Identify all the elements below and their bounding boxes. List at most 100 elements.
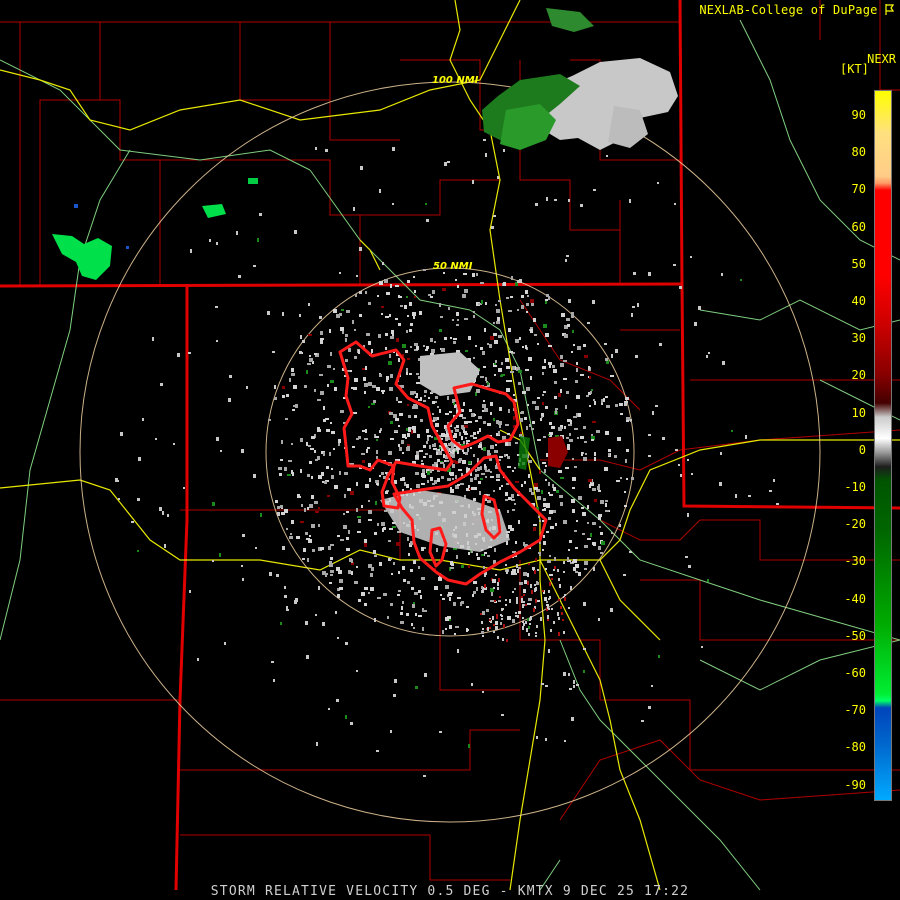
echo-pixel (776, 503, 779, 505)
echo-pixel (299, 351, 302, 354)
echo-pixel (371, 403, 375, 405)
echo-pixel (438, 449, 440, 451)
echo-pixel (455, 626, 459, 628)
echo-pixel (428, 397, 430, 399)
echo-pixel (497, 587, 499, 590)
echo-pixel (353, 387, 357, 390)
echo-pixel (450, 337, 452, 339)
echo-pixel (484, 328, 486, 332)
echo-pixel (473, 432, 476, 435)
echo-pixel (379, 281, 383, 285)
echo-pixel (480, 478, 483, 480)
echo-pixel (427, 471, 430, 475)
echo-pixel (328, 546, 331, 550)
echo-pixel (549, 574, 553, 576)
echo-pixel (410, 569, 413, 572)
echo-pixel (363, 377, 366, 381)
echo-pixel (528, 357, 532, 361)
echo-pixel (364, 603, 367, 606)
echo-pixel (388, 361, 392, 365)
echo-pixel (494, 548, 496, 552)
echo-pixel (617, 437, 621, 441)
echo-pixel (589, 405, 591, 407)
echo-pixel (411, 430, 413, 434)
echo-pixel (325, 418, 329, 420)
echo-pixel (323, 406, 325, 410)
echo-pixel (513, 394, 515, 396)
echo-pixel (518, 611, 521, 614)
echo-pixel (588, 479, 592, 482)
echo-pixel (599, 526, 601, 528)
echo-pixel (554, 566, 556, 569)
echo-pixel (404, 305, 407, 309)
echo-pixel (358, 350, 360, 354)
echo-pixel (542, 372, 544, 375)
echo-pixel (543, 535, 545, 538)
echo-pixel (555, 410, 557, 414)
echo-pixel (484, 573, 486, 577)
echo-pixel (600, 552, 603, 554)
echo-pixel (437, 406, 439, 408)
echo-pixel (414, 343, 418, 346)
echo-pixel (319, 374, 323, 376)
echo-pixel (454, 427, 456, 429)
echo-pixel (398, 590, 401, 592)
echo-pixel (290, 533, 292, 535)
echo-pixel (309, 355, 311, 357)
echo-pixel (547, 619, 549, 621)
echo-pixel (292, 472, 294, 476)
echo-pixel (535, 558, 537, 561)
echo-pixel (515, 615, 517, 617)
echo-pixel (491, 592, 493, 596)
echo-pixel (564, 740, 566, 742)
echo-pixel (490, 600, 494, 602)
echo-pixel (492, 616, 494, 620)
echo-pixel (346, 548, 350, 551)
echo-pixel (474, 487, 477, 490)
echo-pixel (517, 615, 519, 618)
echo-pixel (382, 262, 384, 265)
echo-pixel (345, 359, 348, 362)
echo-pixel (598, 546, 601, 550)
echo-pixel (253, 265, 256, 267)
echo-pixel (381, 472, 384, 475)
echo-pixel (216, 437, 219, 441)
echo-pixel (422, 608, 424, 612)
echo-pixel (515, 612, 517, 614)
echo-pixel (480, 347, 483, 350)
echo-pixel (748, 495, 751, 497)
echo-pixel (447, 161, 450, 163)
echo-pixel (568, 424, 572, 426)
echo-pixel (648, 706, 651, 709)
echo-pixel (521, 596, 523, 598)
echo-pixel (352, 446, 355, 448)
echo-pixel (473, 581, 477, 584)
echo-pixel (452, 454, 455, 458)
echo-pixel (534, 570, 536, 574)
echo-pixel (473, 437, 477, 439)
echo-pixel (282, 546, 285, 550)
echo-pixel (461, 601, 464, 604)
echo-pixel (441, 476, 444, 479)
legend-label: 50 (851, 256, 866, 271)
echo-pixel (273, 679, 275, 682)
echo-pixel (269, 572, 272, 576)
echo-pixel (545, 465, 547, 467)
echo-pixel (320, 331, 323, 333)
echo-pixel (320, 340, 323, 344)
echo-pixel (687, 459, 689, 461)
echo-pixel (600, 532, 603, 535)
echo-pixel (459, 458, 462, 461)
echo-pixel (307, 363, 311, 365)
echo-pixel (402, 344, 406, 348)
echo-pixel (735, 494, 737, 498)
echo-pixel (463, 273, 467, 275)
echo-pixel (745, 435, 747, 439)
echo-pixel (392, 147, 395, 151)
echo-pixel (480, 442, 482, 444)
echo-pixel (162, 511, 164, 515)
echo-pixel (116, 480, 119, 482)
echo-pixel (375, 480, 379, 483)
echo-pixel (568, 673, 570, 676)
echo-pixel (329, 329, 331, 333)
